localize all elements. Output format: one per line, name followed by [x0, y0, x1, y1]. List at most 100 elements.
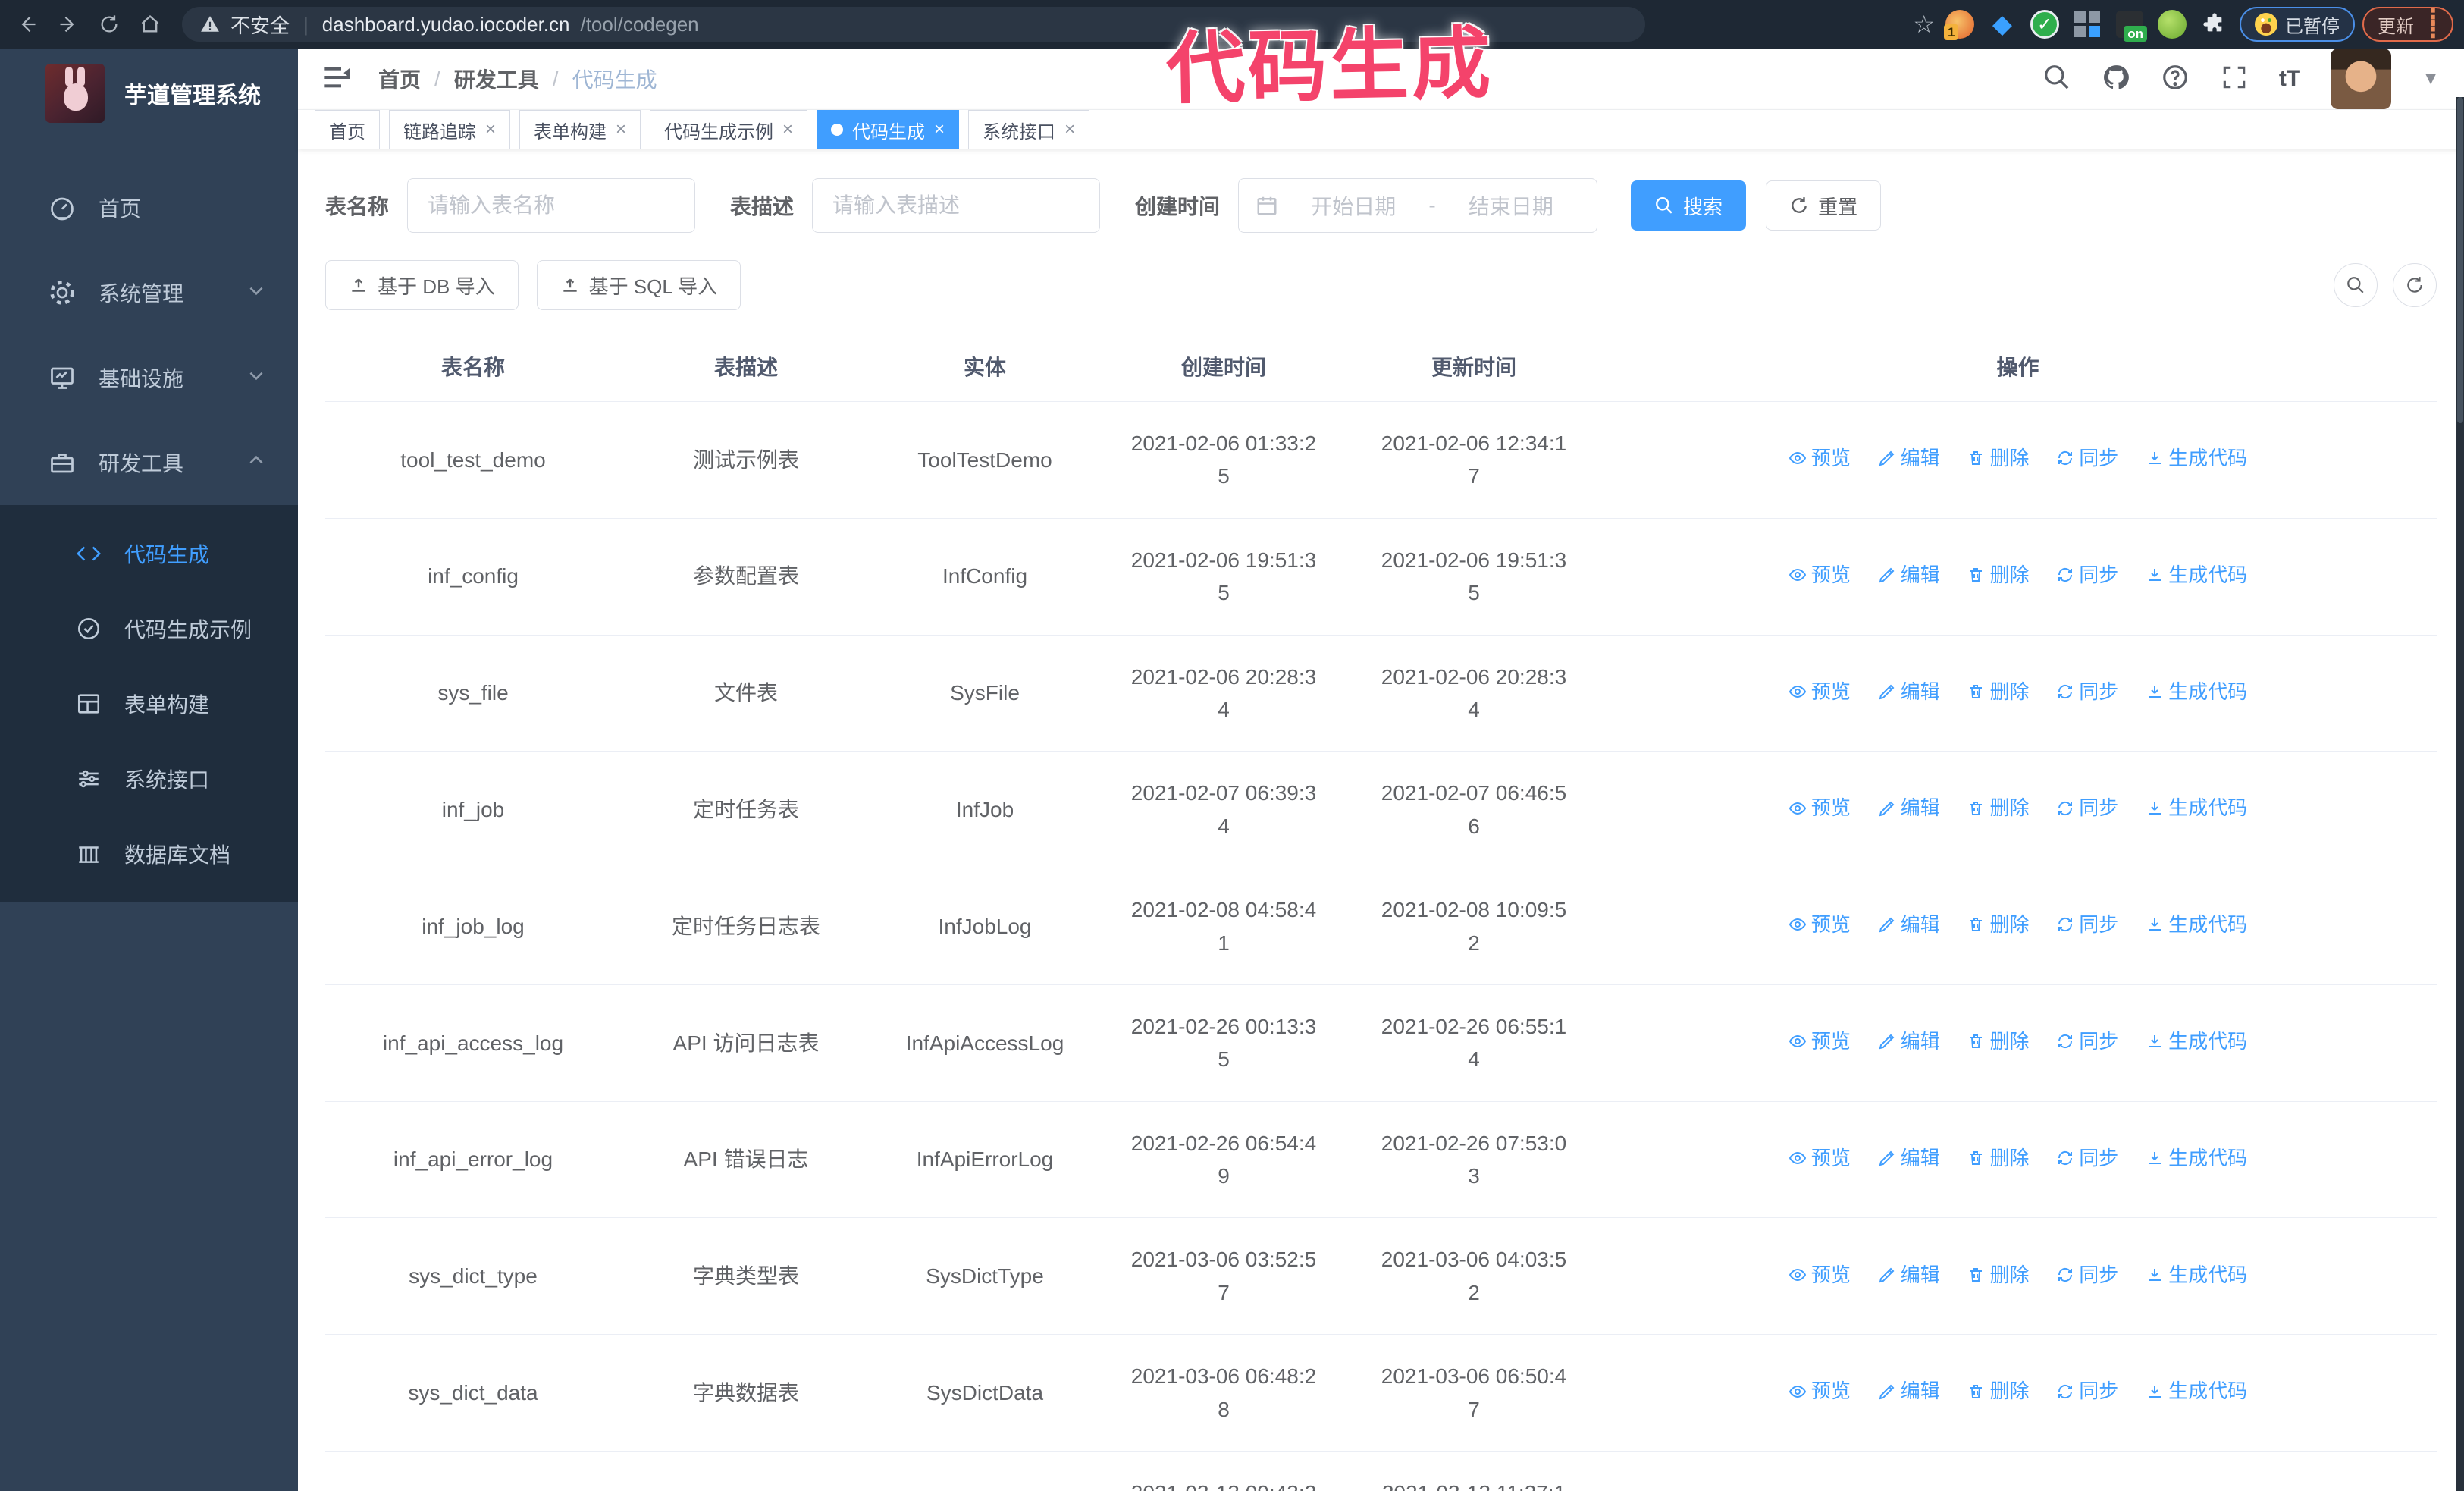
sidebar-logo-row[interactable]: 芋道管理系统 [0, 49, 298, 138]
delete-link[interactable]: 删除 [1967, 1143, 2030, 1173]
toggle-search-button[interactable] [2334, 263, 2378, 307]
edit-link[interactable]: 编辑 [1878, 1260, 1940, 1290]
browser-update-button[interactable]: 更新 ⋮ ⋮ [2362, 6, 2453, 42]
sidebar-item-home[interactable]: 首页 [0, 165, 298, 250]
breadcrumb-devtools[interactable]: 研发工具 [454, 64, 539, 94]
start-date-placeholder[interactable]: 开始日期 [1284, 190, 1422, 221]
sidebar-item-codegen[interactable]: 代码生成 [0, 516, 298, 591]
import-db-button[interactable]: 基于 DB 导入 [325, 260, 519, 310]
tab-codegen-demo[interactable]: 代码生成示例 × [650, 110, 808, 149]
header-search-icon[interactable] [2042, 63, 2071, 96]
generate-code-link[interactable]: 生成代码 [2146, 1376, 2247, 1406]
security-label[interactable]: 不安全 [230, 11, 290, 39]
window-scrollbar[interactable] [2456, 97, 2464, 1491]
tab-system-api[interactable]: 系统接口 × [968, 110, 1090, 149]
table-name-input[interactable] [407, 178, 696, 233]
sync-link[interactable]: 同步 [2056, 1376, 2118, 1406]
sidebar-item-system-api[interactable]: 系统接口 [0, 741, 298, 816]
back-button[interactable] [11, 8, 44, 41]
extension-grid-icon[interactable] [2070, 7, 2105, 42]
edit-link[interactable]: 编辑 [1878, 443, 1940, 473]
close-icon[interactable]: × [934, 119, 945, 140]
scrollbar-thumb[interactable] [2457, 97, 2463, 423]
import-sql-button[interactable]: 基于 SQL 导入 [536, 260, 741, 310]
edit-link[interactable]: 编辑 [1878, 560, 1940, 590]
delete-link[interactable]: 删除 [1967, 793, 2030, 823]
preview-link[interactable]: 预览 [1788, 1260, 1851, 1290]
tab-home[interactable]: 首页 [315, 110, 380, 149]
edit-link[interactable]: 编辑 [1878, 1026, 1940, 1056]
home-button[interactable] [133, 8, 167, 41]
close-icon[interactable]: × [485, 119, 496, 140]
extension-green-icon[interactable] [2155, 7, 2190, 42]
address-bar[interactable]: 不安全 | dashboard.yudao.iocoder.cn/tool/co… [182, 7, 1645, 42]
generate-code-link[interactable]: 生成代码 [2146, 793, 2247, 823]
security-warning-icon[interactable] [200, 14, 220, 34]
edit-link[interactable]: 编辑 [1878, 1376, 1940, 1406]
tab-codegen[interactable]: 代码生成 × [817, 110, 960, 149]
generate-code-link[interactable]: 生成代码 [2146, 560, 2247, 590]
sync-link[interactable]: 同步 [2056, 1260, 2118, 1290]
fullscreen-icon[interactable] [2220, 63, 2249, 96]
reset-button[interactable]: 重置 [1766, 180, 1882, 231]
sidebar-item-devtools[interactable]: 研发工具 [0, 420, 298, 505]
refresh-table-button[interactable] [2393, 263, 2437, 307]
preview-link[interactable]: 预览 [1788, 1026, 1851, 1056]
preview-link[interactable]: 预览 [1788, 909, 1851, 940]
font-size-icon[interactable]: tT [2279, 66, 2300, 92]
sync-link[interactable]: 同步 [2056, 793, 2118, 823]
hamburger-icon[interactable] [322, 62, 353, 96]
avatar[interactable] [2331, 49, 2392, 109]
sidebar-item-system[interactable]: 系统管理 [0, 250, 298, 335]
generate-code-link[interactable]: 生成代码 [2146, 909, 2247, 940]
sync-link[interactable]: 同步 [2056, 676, 2118, 707]
extensions-puzzle-icon[interactable] [2197, 7, 2232, 42]
extension-gem-icon[interactable]: ◆ [1985, 7, 2020, 42]
delete-link[interactable]: 删除 [1967, 676, 2030, 707]
edit-link[interactable]: 编辑 [1878, 793, 1940, 823]
date-range-picker[interactable]: 开始日期 - 结束日期 [1238, 178, 1598, 233]
sync-link[interactable]: 同步 [2056, 560, 2118, 590]
delete-link[interactable]: 删除 [1967, 1260, 2030, 1290]
profile-paused-chip[interactable]: 已暂停 [2240, 7, 2355, 42]
preview-link[interactable]: 预览 [1788, 1143, 1851, 1173]
end-date-placeholder[interactable]: 结束日期 [1442, 190, 1580, 221]
sync-link[interactable]: 同步 [2056, 1026, 2118, 1056]
preview-link[interactable]: 预览 [1788, 676, 1851, 707]
github-icon[interactable] [2102, 63, 2130, 96]
bookmark-star-icon[interactable]: ☆ [1913, 10, 1935, 39]
delete-link[interactable]: 删除 [1967, 1026, 2030, 1056]
edit-link[interactable]: 编辑 [1878, 909, 1940, 940]
sidebar-item-codegen-demo[interactable]: 代码生成示例 [0, 591, 298, 666]
extension-tampermonkey-icon[interactable]: on [2112, 7, 2147, 42]
table-desc-input[interactable] [812, 178, 1101, 233]
sidebar-item-form-builder[interactable]: 表单构建 [0, 666, 298, 741]
tab-tracing[interactable]: 链路追踪 × [389, 110, 511, 149]
generate-code-link[interactable]: 生成代码 [2146, 1260, 2247, 1290]
breadcrumb-home[interactable]: 首页 [378, 64, 421, 94]
generate-code-link[interactable]: 生成代码 [2146, 1026, 2247, 1056]
help-icon[interactable] [2161, 63, 2190, 96]
preview-link[interactable]: 预览 [1788, 443, 1851, 473]
delete-link[interactable]: 删除 [1967, 560, 2030, 590]
edit-link[interactable]: 编辑 [1878, 676, 1940, 707]
preview-link[interactable]: 预览 [1788, 793, 1851, 823]
avatar-caret-icon[interactable]: ▼ [2422, 68, 2440, 89]
delete-link[interactable]: 删除 [1967, 443, 2030, 473]
generate-code-link[interactable]: 生成代码 [2146, 443, 2247, 473]
delete-link[interactable]: 删除 [1967, 1376, 2030, 1406]
sidebar-item-db-doc[interactable]: 数据库文档 [0, 816, 298, 891]
extension-check-icon[interactable]: ✓ [2027, 7, 2062, 42]
tab-form-builder[interactable]: 表单构建 × [519, 110, 641, 149]
close-icon[interactable]: × [1064, 119, 1075, 140]
generate-code-link[interactable]: 生成代码 [2146, 1143, 2247, 1173]
edit-link[interactable]: 编辑 [1878, 1143, 1940, 1173]
preview-link[interactable]: 预览 [1788, 1376, 1851, 1406]
delete-link[interactable]: 删除 [1967, 909, 2030, 940]
reload-button[interactable] [92, 8, 126, 41]
browser-menu-icon[interactable]: ⋮ ⋮ [2422, 6, 2444, 42]
sync-link[interactable]: 同步 [2056, 1143, 2118, 1173]
generate-code-link[interactable]: 生成代码 [2146, 676, 2247, 707]
sync-link[interactable]: 同步 [2056, 909, 2118, 940]
close-icon[interactable]: × [616, 119, 626, 140]
